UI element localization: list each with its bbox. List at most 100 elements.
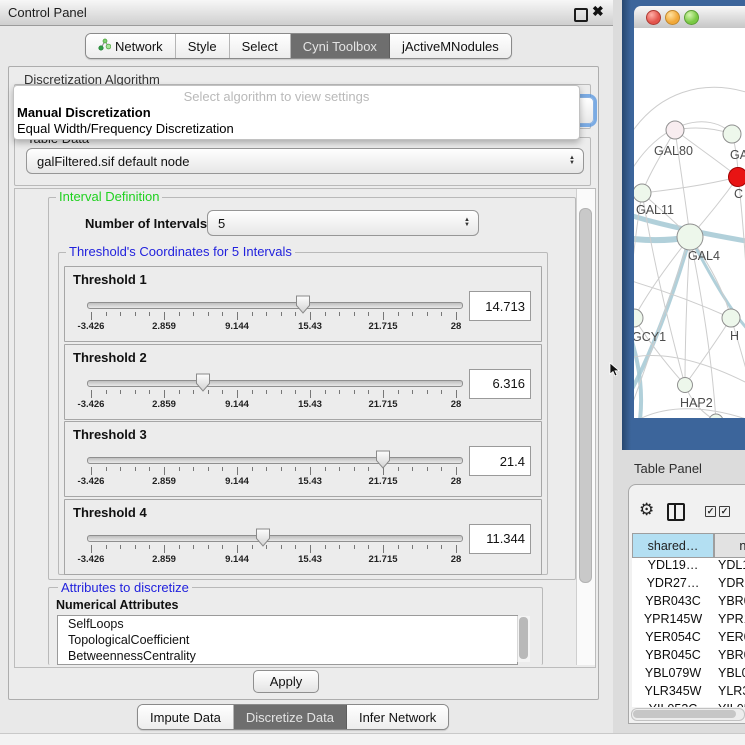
- threshold-value-input[interactable]: [469, 369, 531, 399]
- network-node[interactable]: [723, 125, 741, 143]
- checkbox-select-none-icon[interactable]: ✓: [719, 506, 730, 517]
- zoom-traffic-light-icon[interactable]: [684, 10, 699, 25]
- network-canvas[interactable]: GAL80GACGAL11GAL4GCY1HHAP2: [634, 28, 745, 418]
- attributes-scrollbar-thumb[interactable]: [519, 617, 528, 659]
- attribute-list-item[interactable]: SelfLoops: [58, 616, 517, 632]
- cell-name: YPR145W: [718, 612, 745, 626]
- control-panel-titlebar: Control Panel ✖: [0, 0, 620, 26]
- checkbox-select-all-icon[interactable]: ✓: [705, 506, 716, 517]
- cell-name: YIL05: [718, 702, 745, 707]
- mouse-cursor: [609, 362, 621, 378]
- slider-tick: [91, 545, 92, 553]
- tab-network[interactable]: Network: [86, 34, 176, 58]
- table-row[interactable]: YDR27…YDR27: [632, 576, 745, 594]
- threshold-slider-thumb[interactable]: [195, 373, 211, 392]
- tab-style[interactable]: Style: [176, 34, 230, 58]
- network-edge[interactable]: [642, 177, 738, 193]
- threshold-slider-track[interactable]: [87, 380, 463, 387]
- table-hscrollbar-thumb[interactable]: [633, 710, 736, 718]
- slider-tick-label: 28: [451, 321, 462, 332]
- close-traffic-light-icon[interactable]: [646, 10, 661, 25]
- dropdown-option-manual[interactable]: Manual Discretization: [17, 105, 151, 120]
- network-node[interactable]: [666, 121, 684, 139]
- slider-tick: [179, 545, 180, 549]
- threshold-slider-track[interactable]: [87, 535, 463, 542]
- threshold-slider-track[interactable]: [87, 302, 463, 309]
- network-node[interactable]: [634, 184, 651, 202]
- close-panel-icon[interactable]: ✖: [592, 3, 604, 20]
- slider-tick: [237, 390, 238, 398]
- network-node[interactable]: [634, 309, 643, 327]
- attribute-list-item[interactable]: TopologicalCoefficient: [58, 632, 517, 648]
- threshold-slider-thumb[interactable]: [295, 295, 311, 314]
- panel-title: Control Panel: [8, 5, 87, 20]
- slider-tick: [120, 390, 121, 394]
- network-node[interactable]: [722, 309, 740, 327]
- slider-tick: [208, 312, 209, 316]
- float-panel-icon[interactable]: [574, 8, 588, 22]
- slider-tick: [281, 312, 282, 316]
- tab-select[interactable]: Select: [230, 34, 291, 58]
- network-node[interactable]: [678, 378, 693, 393]
- attribute-list-item[interactable]: BetweennessCentrality: [58, 648, 517, 664]
- network-window-titlebar[interactable]: [634, 6, 745, 29]
- table-row[interactable]: YLR345WYLR345W: [632, 684, 745, 702]
- table-row[interactable]: YBL079WYBL079W: [632, 666, 745, 684]
- slider-tick: [383, 545, 384, 553]
- network-edge[interactable]: [634, 237, 690, 318]
- slider-tick: [456, 312, 457, 320]
- threshold-value-input[interactable]: [469, 524, 531, 554]
- slider-tick: [164, 467, 165, 475]
- table-row[interactable]: YBR045CYBR045C: [632, 648, 745, 666]
- threshold-label: Threshold 2: [73, 350, 147, 365]
- minimize-traffic-light-icon[interactable]: [665, 10, 680, 25]
- slider-tick: [179, 390, 180, 394]
- table-row[interactable]: YDL19…YDL19: [632, 558, 745, 576]
- cell-name: YDL19: [718, 558, 745, 572]
- tab-infer-network[interactable]: Infer Network: [347, 705, 448, 729]
- slider-tick: [106, 545, 107, 549]
- network-node[interactable]: [729, 168, 745, 187]
- main-scrollbar-thumb[interactable]: [579, 208, 592, 583]
- network-view-window[interactable]: GAL80GACGAL11GAL4GCY1HHAP2: [622, 0, 745, 450]
- table-row[interactable]: YIL053CYIL05: [632, 702, 745, 707]
- table-row[interactable]: YBR043CYBR043C: [632, 594, 745, 612]
- split-view-icon[interactable]: [667, 503, 685, 521]
- network-node[interactable]: [677, 224, 703, 250]
- slider-tick: [91, 467, 92, 475]
- network-node[interactable]: [709, 414, 723, 418]
- slider-tick: [135, 312, 136, 316]
- number-of-intervals-label: Number of Intervals: [85, 216, 207, 231]
- slider-tick: [325, 545, 326, 549]
- threshold-slider-thumb[interactable]: [375, 450, 391, 469]
- threshold-row: Threshold 3-3.4262.8599.14415.4321.71528: [64, 421, 542, 497]
- tab-impute-data[interactable]: Impute Data: [138, 705, 234, 729]
- cell-name: YDR27: [718, 576, 745, 590]
- slider-tick: [266, 312, 267, 316]
- network-edge[interactable]: [685, 318, 731, 385]
- threshold-slider-thumb[interactable]: [255, 528, 271, 547]
- table-data-combobox[interactable]: galFiltered.sif default node ▲▼: [26, 148, 584, 174]
- network-edge[interactable]: [634, 409, 745, 418]
- tab-discretize-data[interactable]: Discretize Data: [234, 705, 347, 729]
- tab-label: Network: [115, 39, 163, 54]
- table-row[interactable]: YER054CYER054C: [632, 630, 745, 648]
- tab-jactivemnodules[interactable]: jActiveMNodules: [390, 34, 511, 58]
- gear-icon[interactable]: ⚙: [639, 501, 654, 518]
- numerical-attributes-list[interactable]: SelfLoopsTopologicalCoefficientBetweenne…: [57, 615, 518, 665]
- threshold-value-input[interactable]: [469, 291, 531, 321]
- apply-button[interactable]: Apply: [253, 670, 319, 693]
- column-header-name[interactable]: name: [714, 533, 745, 558]
- threshold-value-input[interactable]: [469, 446, 531, 476]
- slider-tick: [441, 467, 442, 471]
- number-of-intervals-combobox[interactable]: 5 ▲▼: [207, 210, 479, 236]
- tab-cyni-toolbox[interactable]: Cyni Toolbox: [291, 34, 390, 58]
- network-node-label: GCY1: [634, 330, 666, 344]
- column-header-shared-name[interactable]: shared…: [632, 533, 714, 558]
- threshold-slider-track[interactable]: [87, 457, 463, 464]
- table-row[interactable]: YPR145WYPR145W: [632, 612, 745, 630]
- threshold-label: Threshold 4: [73, 505, 147, 520]
- dropdown-option-equal-width[interactable]: Equal Width/Frequency Discretization: [17, 121, 234, 136]
- network-edge[interactable]: [731, 318, 745, 380]
- network-edge[interactable]: [642, 130, 675, 193]
